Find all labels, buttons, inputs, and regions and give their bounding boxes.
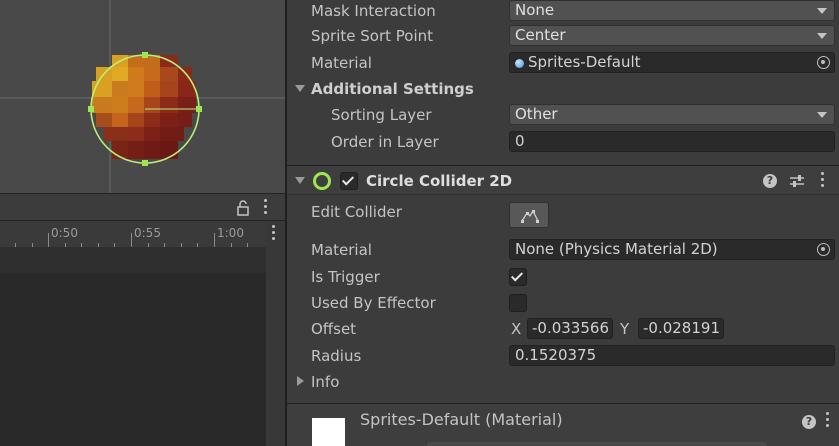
radius-label: Radius bbox=[311, 347, 362, 365]
edit-collider-label: Edit Collider bbox=[311, 203, 402, 221]
mask-interaction-row: Mask Interaction None bbox=[287, 0, 839, 24]
ruler-tick bbox=[214, 233, 215, 247]
object-picker-icon[interactable] bbox=[817, 56, 830, 69]
radius-row: Radius 0.1520375 bbox=[287, 343, 839, 369]
sprite-sort-point-dropdown[interactable]: Center bbox=[509, 25, 835, 46]
physics-material-value: None (Physics Material 2D) bbox=[515, 240, 718, 258]
order-in-layer-label: Order in Layer bbox=[331, 133, 439, 151]
order-in-layer-row: Order in Layer 0 bbox=[287, 129, 839, 155]
timeline-header bbox=[0, 193, 285, 221]
presets-icon[interactable] bbox=[789, 173, 805, 189]
ruler-label: 0:50 bbox=[51, 226, 78, 240]
circle-collider-2d-header[interactable]: Circle Collider 2D ? bbox=[287, 165, 839, 195]
offset-x-input[interactable]: -0.033566 bbox=[527, 318, 613, 339]
ruler-menu-icon[interactable] bbox=[270, 225, 276, 243]
sprite-sort-point-row: Sprite Sort Point Center bbox=[287, 23, 839, 49]
used-by-effector-label: Used By Effector bbox=[311, 294, 436, 312]
info-label[interactable]: Info bbox=[311, 369, 339, 395]
scene-canvas bbox=[0, 0, 285, 193]
physics-material-label: Material bbox=[311, 241, 372, 259]
dropdown-arrow-icon bbox=[817, 33, 827, 39]
offset-x-label[interactable]: X bbox=[511, 316, 521, 342]
ruler-label: 1:00 bbox=[217, 226, 244, 240]
timeline-track-area[interactable] bbox=[0, 273, 266, 446]
additional-settings-label[interactable]: Additional Settings bbox=[311, 76, 474, 102]
lock-icon[interactable] bbox=[236, 200, 250, 216]
sorting-layer-label: Sorting Layer bbox=[331, 106, 432, 124]
offset-y-input[interactable]: -0.028191 bbox=[638, 318, 724, 339]
sorting-layer-dropdown[interactable]: Other bbox=[509, 104, 835, 125]
component-title: Circle Collider 2D bbox=[366, 172, 513, 190]
physics-material-row: Material None (Physics Material 2D) bbox=[287, 237, 839, 263]
used-by-effector-checkbox[interactable] bbox=[509, 294, 527, 312]
timeline-menu-icon[interactable] bbox=[262, 199, 268, 217]
collider-handle-right[interactable] bbox=[196, 106, 202, 112]
help-icon[interactable]: ? bbox=[802, 415, 816, 429]
material-icon bbox=[515, 59, 524, 68]
sorting-layer-value: Other bbox=[515, 105, 558, 123]
ruler-tick bbox=[131, 233, 132, 247]
edit-collider-icon bbox=[521, 209, 539, 223]
is-trigger-row: Is Trigger bbox=[287, 264, 839, 290]
dropdown-arrow-icon bbox=[817, 112, 827, 118]
mask-interaction-dropdown[interactable]: None bbox=[509, 0, 835, 21]
circle-collider-icon bbox=[313, 172, 331, 190]
collider-handle-bottom[interactable] bbox=[142, 160, 148, 166]
material-row: Material Sprites-Default bbox=[287, 50, 839, 76]
component-menu-icon[interactable] bbox=[819, 172, 825, 190]
mask-interaction-value: None bbox=[515, 1, 555, 19]
offset-row: Offset X -0.033566 Y -0.028191 bbox=[287, 316, 839, 342]
timeline-scrollbar[interactable] bbox=[266, 247, 285, 446]
radius-input[interactable]: 0.1520375 bbox=[509, 345, 835, 366]
material-preview-name: Sprites-Default (Material) bbox=[360, 410, 563, 429]
sprite-sort-point-value: Center bbox=[515, 26, 566, 44]
ruler-tick bbox=[48, 233, 49, 247]
offset-label: Offset bbox=[311, 320, 357, 338]
collider-handle-top[interactable] bbox=[142, 52, 148, 58]
is-trigger-checkbox[interactable] bbox=[509, 268, 527, 286]
checkmark-icon bbox=[510, 269, 524, 282]
scene-view[interactable] bbox=[0, 0, 285, 193]
info-row[interactable]: Info bbox=[287, 369, 839, 395]
help-icon[interactable]: ? bbox=[763, 174, 777, 188]
offset-y-label[interactable]: Y bbox=[620, 316, 629, 342]
component-enabled-checkbox[interactable] bbox=[340, 172, 358, 190]
sprite-sort-point-label: Sprite Sort Point bbox=[311, 27, 434, 45]
physics-material-object-field[interactable]: None (Physics Material 2D) bbox=[509, 239, 835, 260]
shader-dropdown[interactable] bbox=[427, 442, 767, 446]
order-in-layer-input[interactable]: 0 bbox=[509, 131, 835, 152]
is-trigger-label: Is Trigger bbox=[311, 268, 380, 286]
dropdown-arrow-icon bbox=[817, 8, 827, 14]
mask-interaction-label: Mask Interaction bbox=[311, 2, 436, 20]
component-foldout-icon[interactable] bbox=[295, 177, 305, 184]
material-value: Sprites-Default bbox=[528, 53, 641, 71]
collider-handle-left[interactable] bbox=[88, 106, 94, 112]
foldout-arrow-icon[interactable] bbox=[297, 376, 304, 386]
used-by-effector-row: Used By Effector bbox=[287, 290, 839, 316]
inspector-panel: Mask Interaction None Sprite Sort Point … bbox=[287, 0, 839, 446]
edit-collider-row: Edit Collider bbox=[287, 199, 839, 231]
edit-collider-button[interactable] bbox=[509, 202, 549, 228]
object-picker-icon[interactable] bbox=[817, 243, 830, 256]
material-menu-icon[interactable] bbox=[824, 412, 830, 430]
additional-settings-row[interactable]: Additional Settings bbox=[287, 76, 839, 102]
ruler-label: 0:55 bbox=[134, 226, 161, 240]
timeline-track-row[interactable] bbox=[0, 247, 266, 273]
material-preview-section: Sprites-Default (Material) ? bbox=[287, 403, 839, 446]
material-swatch bbox=[312, 418, 345, 446]
foldout-arrow-icon[interactable] bbox=[295, 85, 305, 92]
material-label: Material bbox=[311, 54, 372, 72]
sorting-layer-row: Sorting Layer Other bbox=[287, 102, 839, 128]
material-object-field[interactable]: Sprites-Default bbox=[509, 52, 835, 73]
timeline-ruler[interactable]: 0:50 0:55 1:00 bbox=[0, 221, 266, 247]
